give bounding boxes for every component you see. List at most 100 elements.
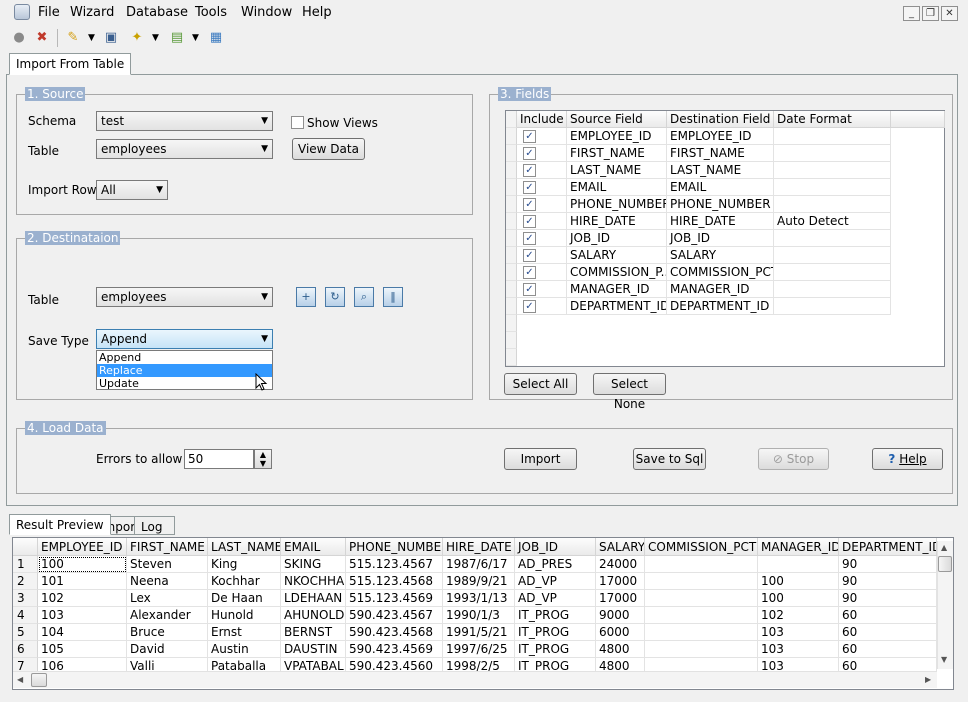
fields-row[interactable]: ✓ EMAIL EMAIL [506, 179, 946, 196]
result-cell[interactable]: AD_PRES [515, 556, 596, 573]
date-format-cell[interactable] [774, 179, 891, 196]
result-cell[interactable]: 105 [38, 641, 127, 658]
include-checkbox[interactable]: ✓ [523, 249, 536, 262]
fields-row[interactable]: ✓ FIRST_NAME FIRST_NAME [506, 145, 946, 162]
result-cell[interactable] [645, 590, 758, 607]
fields-row[interactable]: ✓ EMPLOYEE_ID EMPLOYEE_ID [506, 128, 946, 145]
result-cell[interactable]: 1993/1/13 [443, 590, 515, 607]
destination-field-cell[interactable]: PHONE_NUMBER [667, 196, 774, 213]
result-cell[interactable]: 103 [758, 641, 839, 658]
result-cell[interactable]: Neena [127, 573, 208, 590]
include-checkbox[interactable]: ✓ [523, 147, 536, 160]
result-cell[interactable]: Ernst [208, 624, 281, 641]
fields-row[interactable]: ✓ LAST_NAME LAST_NAME [506, 162, 946, 179]
import-button[interactable]: Import [504, 448, 577, 470]
result-cell[interactable]: 17000 [596, 573, 645, 590]
date-format-cell[interactable] [774, 281, 891, 298]
destination-field-cell[interactable]: COMMISSION_PCT [667, 264, 774, 281]
date-format-cell[interactable] [774, 230, 891, 247]
source-field-cell[interactable]: MANAGER_ID [567, 281, 667, 298]
result-cell[interactable]: BERNST [281, 624, 346, 641]
fields-row[interactable]: ✓ JOB_ID JOB_ID [506, 230, 946, 247]
result-cell[interactable]: 1987/6/17 [443, 556, 515, 573]
grid-icon[interactable]: ▦ [207, 29, 225, 47]
result-cell[interactable]: 24000 [596, 556, 645, 573]
fields-column-header[interactable]: Destination Field [667, 111, 774, 128]
show-views-checkbox[interactable] [291, 116, 304, 129]
result-cell[interactable]: 102 [38, 590, 127, 607]
schema-select[interactable]: test ▼ [96, 111, 273, 131]
result-column-header[interactable]: JOB_ID [515, 538, 596, 556]
select-none-button[interactable]: Select None [593, 373, 666, 411]
destination-field-cell[interactable]: LAST_NAME [667, 162, 774, 179]
result-cell[interactable]: 1990/1/3 [443, 607, 515, 624]
fields-row-header[interactable] [506, 162, 517, 179]
scroll-up-icon[interactable]: ▲ [941, 543, 947, 552]
result-cell[interactable]: 100 [758, 573, 839, 590]
fields-row[interactable]: ✓ COMMISSION_P... COMMISSION_PCT [506, 264, 946, 281]
source-field-cell[interactable]: FIRST_NAME [567, 145, 667, 162]
destination-table-select[interactable]: employees ▼ [96, 287, 273, 307]
fields-column-header[interactable]: Date Format [774, 111, 891, 128]
result-cell[interactable]: AHUNOLD [281, 607, 346, 624]
result-cell[interactable]: 100 [758, 590, 839, 607]
connect-icon[interactable]: ● [10, 29, 28, 47]
result-column-header[interactable]: EMPLOYEE_ID [38, 538, 127, 556]
horizontal-scrollbar[interactable]: ◀ ▶ [13, 671, 937, 688]
fields-row[interactable]: ✓ DEPARTMENT_ID DEPARTMENT_ID [506, 298, 946, 315]
result-cell[interactable]: LDEHAAN [281, 590, 346, 607]
result-cell[interactable]: Hunold [208, 607, 281, 624]
errors-to-allow-input[interactable]: 50 [184, 449, 254, 469]
include-checkbox[interactable]: ✓ [523, 198, 536, 211]
scroll-left-icon[interactable]: ◀ [17, 675, 23, 684]
result-cell[interactable]: IT_PROG [515, 641, 596, 658]
date-format-cell[interactable] [774, 162, 891, 179]
vertical-scroll-thumb[interactable] [938, 556, 952, 572]
source-field-cell[interactable]: JOB_ID [567, 230, 667, 247]
destination-field-cell[interactable]: HIRE_DATE [667, 213, 774, 230]
result-column-header[interactable]: HIRE_DATE [443, 538, 515, 556]
result-cell[interactable]: David [127, 641, 208, 658]
fields-row-header[interactable] [506, 247, 517, 264]
save-type-option-replace[interactable]: Replace [97, 364, 272, 377]
result-cell[interactable]: AD_VP [515, 590, 596, 607]
save-type-option-append[interactable]: Append [97, 351, 272, 364]
date-format-cell[interactable]: Auto Detect [774, 213, 891, 230]
source-field-cell[interactable]: SALARY [567, 247, 667, 264]
destination-field-cell[interactable]: EMAIL [667, 179, 774, 196]
menu-window[interactable]: Window [241, 5, 292, 20]
chevron-down-icon[interactable]: ▼ [192, 30, 199, 46]
result-cell[interactable]: Lex [127, 590, 208, 607]
source-field-cell[interactable]: LAST_NAME [567, 162, 667, 179]
menu-database[interactable]: Database [126, 5, 188, 20]
result-cell[interactable]: SKING [281, 556, 346, 573]
destination-field-cell[interactable]: JOB_ID [667, 230, 774, 247]
view-data-button[interactable]: View Data [292, 138, 365, 160]
include-checkbox[interactable]: ✓ [523, 232, 536, 245]
source-field-cell[interactable]: EMAIL [567, 179, 667, 196]
fields-row-header[interactable] [506, 128, 517, 145]
result-cell[interactable]: King [208, 556, 281, 573]
source-field-cell[interactable]: COMMISSION_P... [567, 264, 667, 281]
result-cell[interactable] [645, 641, 758, 658]
result-cell[interactable] [645, 624, 758, 641]
restore-button[interactable]: ❐ [922, 6, 939, 21]
result-cell[interactable]: 90 [839, 590, 937, 607]
wizard-icon[interactable]: ✎ [64, 29, 82, 47]
result-column-header[interactable]: FIRST_NAME [127, 538, 208, 556]
fields-row-header[interactable] [506, 281, 517, 298]
result-cell[interactable]: 1997/6/25 [443, 641, 515, 658]
result-row-number[interactable]: 2 [13, 573, 38, 590]
result-cell[interactable]: 90 [839, 556, 937, 573]
include-checkbox[interactable]: ✓ [523, 130, 536, 143]
result-cell[interactable]: 590.423.4569 [346, 641, 443, 658]
result-cell[interactable]: Steven [127, 556, 208, 573]
result-column-header[interactable]: MANAGER_ID [758, 538, 839, 556]
destination-field-cell[interactable]: MANAGER_ID [667, 281, 774, 298]
result-cell[interactable]: Alexander [127, 607, 208, 624]
date-format-cell[interactable] [774, 128, 891, 145]
result-cell[interactable] [645, 607, 758, 624]
import-rows-select[interactable]: All ▼ [96, 180, 168, 200]
result-cell[interactable]: 100 [38, 556, 127, 573]
magic-icon[interactable]: ✦ [128, 29, 146, 47]
